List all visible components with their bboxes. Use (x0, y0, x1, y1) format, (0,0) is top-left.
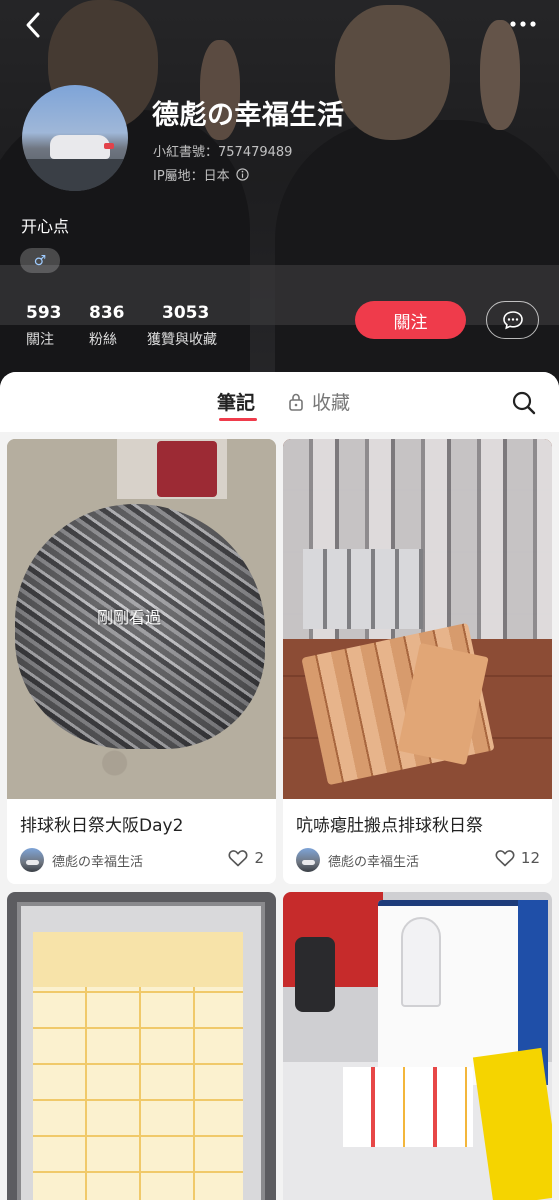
avatar[interactable] (22, 85, 128, 191)
author-avatar (20, 848, 44, 872)
like-button[interactable]: 12 (495, 849, 540, 867)
back-button[interactable] (18, 10, 48, 40)
more-options-button[interactable] (505, 12, 541, 36)
note-card[interactable]: 剛剛看過 排球秋日祭大阪Day2 德彪の幸福生活 2 (7, 439, 276, 884)
note-author[interactable]: 德彪の幸福生活 (296, 848, 419, 872)
author-name: 德彪の幸福生活 (328, 854, 420, 870)
note-card[interactable]: 吭哧瘪肚搬点排球秋日祭 德彪の幸福生活 12 (283, 439, 552, 884)
author-avatar (296, 848, 320, 872)
avatar-car-light (104, 143, 114, 149)
chat-bubble-icon (502, 311, 523, 330)
profile-header: 德彪の幸福生活 小紅書號：757479489 IP屬地：日本 开心点 ♂ 593… (0, 0, 559, 392)
note-card[interactable] (7, 892, 276, 1200)
cover-bag-print (157, 441, 217, 497)
avatar-car (50, 135, 110, 159)
tab-favorites-label: 收藏 (312, 392, 351, 414)
tab-favorites[interactable]: 收藏 (288, 388, 350, 415)
recently-viewed-badge: 剛剛看過 (97, 608, 162, 627)
ip-location: IP屬地：日本 (153, 165, 249, 184)
stat-likes-collects[interactable]: 3053 獲贊與收藏 (147, 303, 217, 349)
tab-active-indicator (219, 418, 257, 421)
ip-location-text: IP屬地：日本 (153, 169, 230, 184)
search-icon[interactable] (511, 390, 537, 416)
note-title: 排球秋日祭大阪Day2 (20, 816, 184, 836)
profile-page: 德彪の幸福生活 小紅書號：757479489 IP屬地：日本 开心点 ♂ 593… (0, 0, 559, 1200)
more-dots-icon (510, 21, 536, 27)
lock-icon (289, 393, 303, 411)
stat-following[interactable]: 593 關注 (26, 303, 62, 349)
message-button[interactable] (486, 301, 539, 339)
cover-poster-header (33, 932, 243, 987)
note-cover-image (283, 439, 552, 799)
bio-text: 开心点 (21, 217, 70, 236)
follow-button[interactable]: 關注 (355, 301, 466, 339)
stat-likes-collects-label: 獲贊與收藏 (147, 332, 217, 348)
gender-tag: ♂ (20, 248, 60, 273)
male-icon: ♂ (33, 252, 47, 269)
note-cover-image (283, 892, 552, 1200)
note-cover-image (7, 892, 276, 1200)
chevron-left-icon (26, 12, 40, 38)
redbook-id: 小紅書號：757479489 (153, 145, 293, 160)
stat-followers[interactable]: 836 粉絲 (89, 303, 125, 349)
stat-followers-count: 836 (89, 303, 125, 323)
like-count: 12 (520, 849, 540, 867)
info-icon[interactable] (236, 168, 249, 181)
author-name: 德彪の幸福生活 (52, 854, 144, 870)
heart-icon (228, 850, 248, 867)
stat-following-count: 593 (26, 303, 62, 323)
like-button[interactable]: 2 (228, 849, 264, 867)
like-count: 2 (254, 849, 264, 867)
cover-price-tags (343, 1067, 473, 1147)
tab-notes[interactable]: 筆記 (217, 388, 255, 415)
cover-console (401, 917, 441, 1007)
stat-followers-label: 粉絲 (89, 332, 117, 348)
stat-likes-collects-count: 3053 (162, 303, 210, 323)
tab-bar: 筆記 收藏 (0, 372, 559, 432)
note-cover-image: 剛剛看過 (7, 439, 276, 799)
avatar-road (22, 159, 128, 191)
content-sheet: 筆記 收藏 剛剛看過 排球秋日祭大阪Day2 德彪の幸福生活 2 吭哧瘪肚搬点排… (0, 372, 559, 1200)
heart-icon (495, 850, 515, 867)
cover-pack-stack (303, 549, 423, 629)
note-title: 吭哧瘪肚搬点排球秋日祭 (296, 816, 483, 836)
note-card[interactable] (283, 892, 552, 1200)
cover-scanner (295, 937, 335, 1012)
username: 德彪の幸福生活 (152, 100, 345, 131)
note-author[interactable]: 德彪の幸福生活 (20, 848, 143, 872)
stat-following-label: 關注 (26, 332, 54, 348)
header-background-overlay (0, 0, 559, 392)
